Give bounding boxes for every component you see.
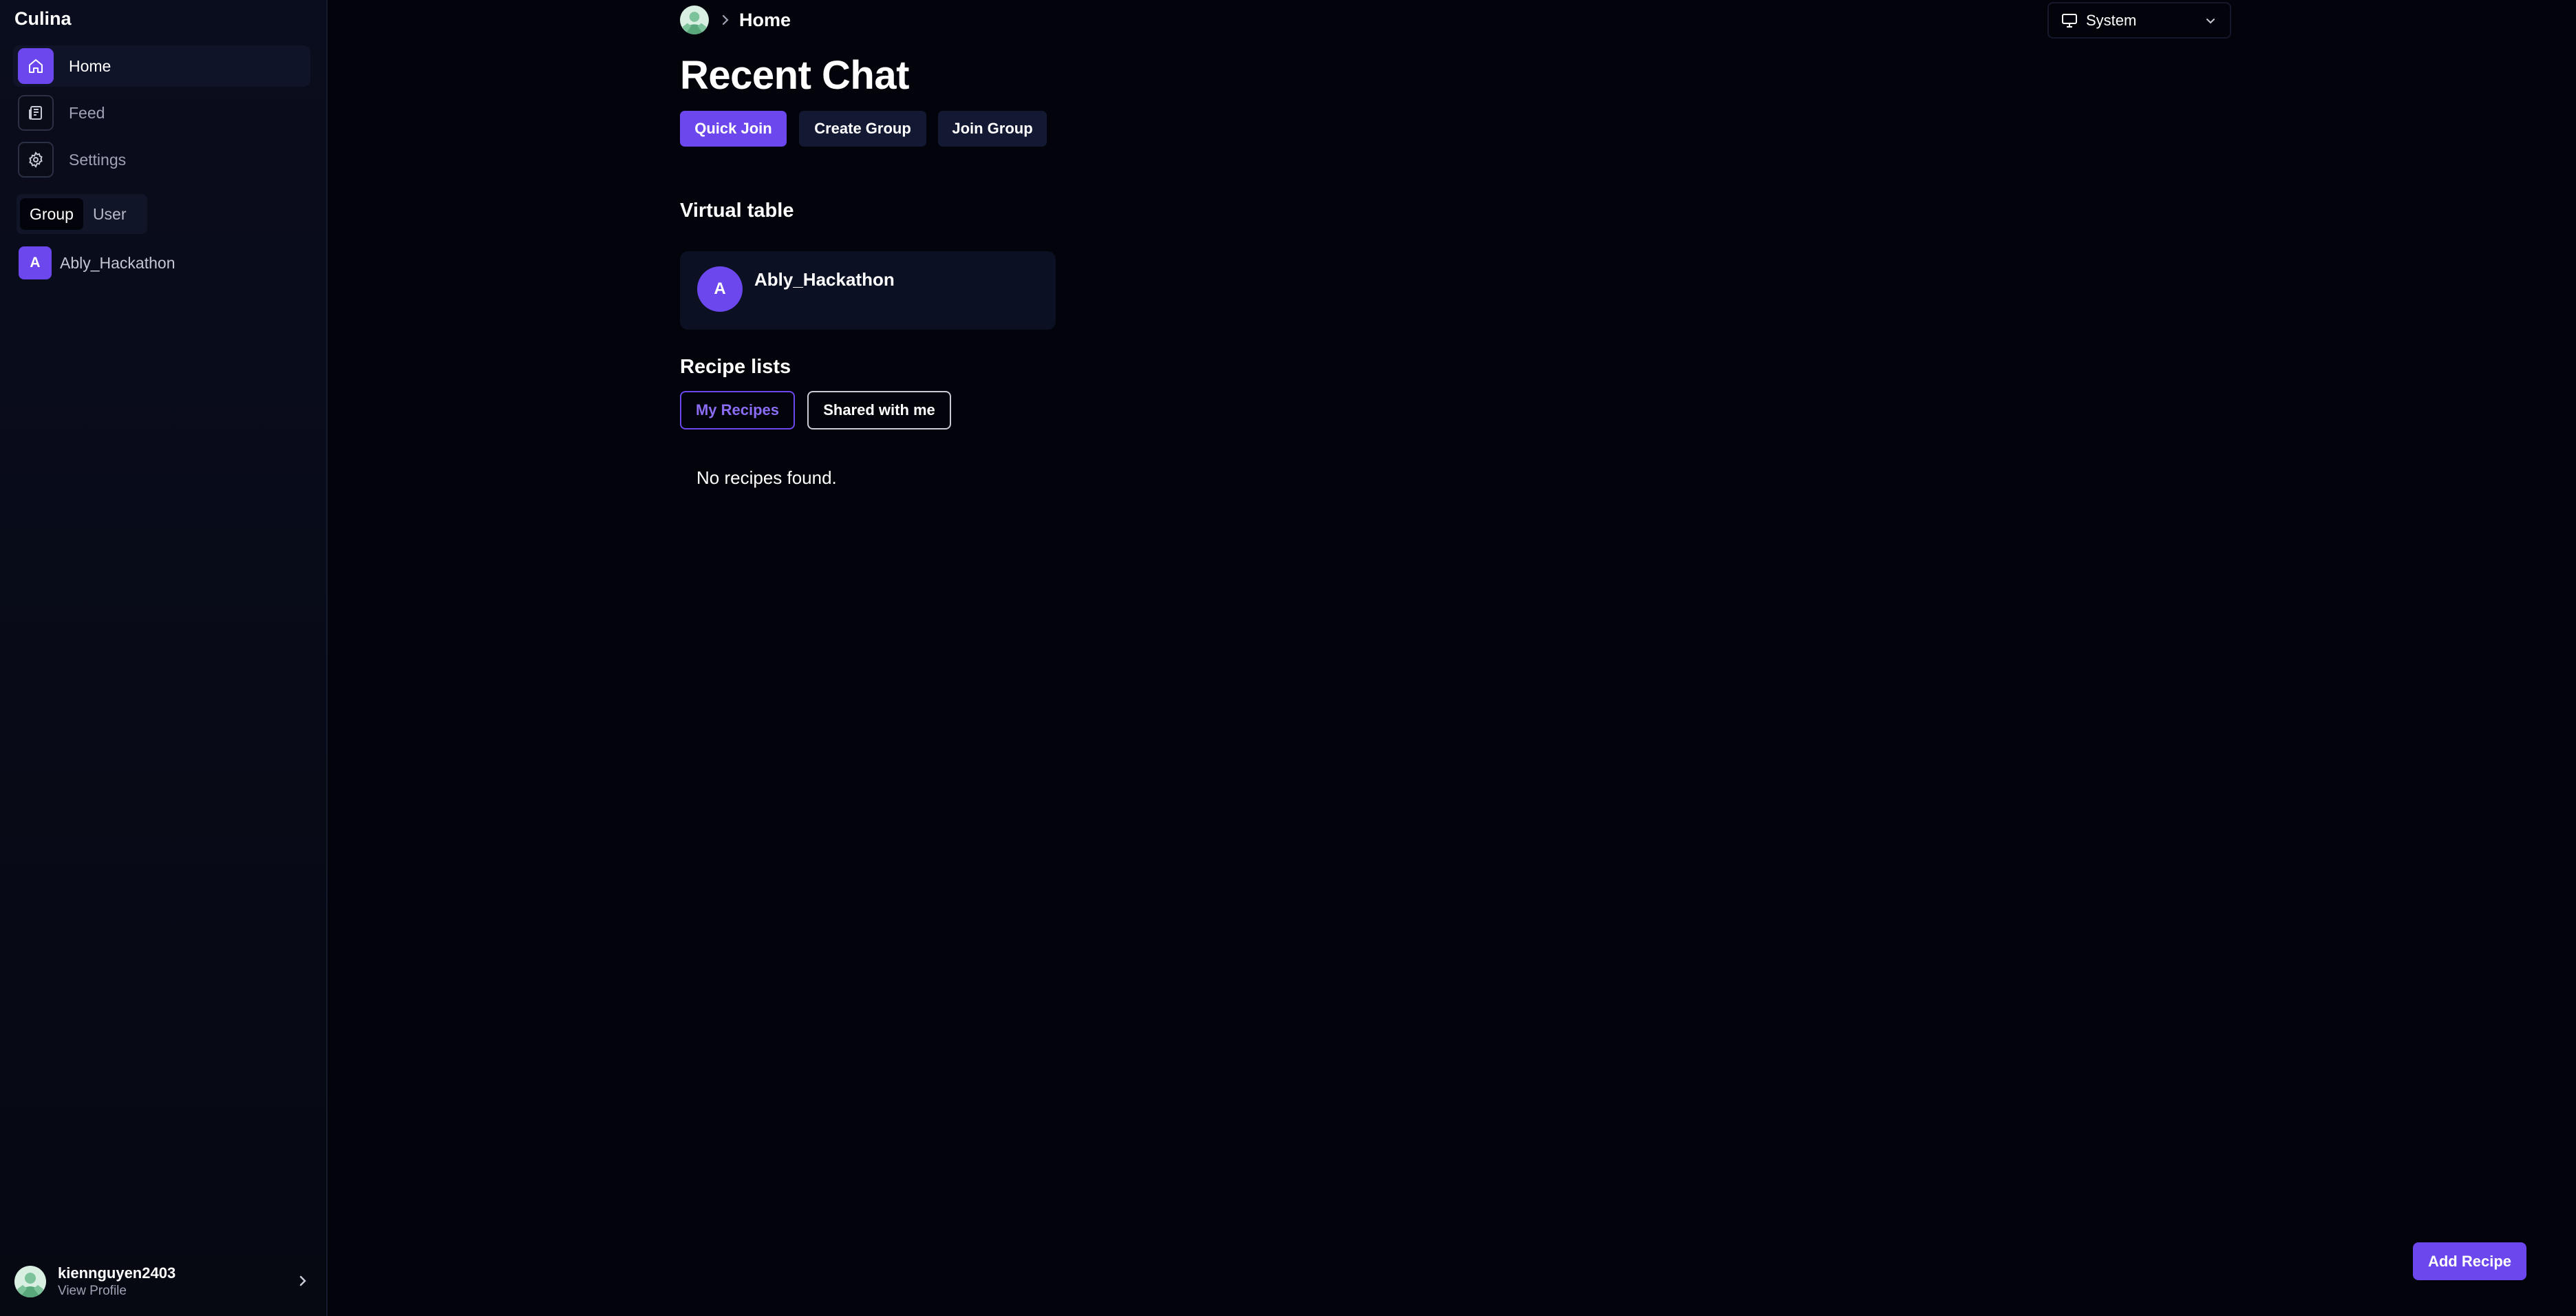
- profile-view-label: View Profile: [58, 1284, 127, 1298]
- sidebar-item-feed[interactable]: Feed: [13, 92, 310, 134]
- join-group-button[interactable]: Join Group: [938, 111, 1047, 147]
- theme-select-value: System: [2086, 11, 2137, 29]
- group-user-toggle: Group User: [17, 194, 147, 234]
- chevron-right-icon: [720, 12, 731, 28]
- page-title: Recent Chat: [680, 53, 909, 98]
- segment-group[interactable]: Group: [20, 198, 83, 230]
- group-name: Ably_Hackathon: [754, 269, 895, 290]
- sidebar-item-settings[interactable]: Settings: [13, 139, 310, 180]
- sidebar-item-home[interactable]: Home: [13, 45, 310, 87]
- profile-link[interactable]: kiennguyen2403 View Profile: [14, 1261, 310, 1302]
- segment-user[interactable]: User: [83, 198, 136, 230]
- virtual-table-heading: Virtual table: [680, 200, 794, 222]
- recipe-lists-heading: Recipe lists: [680, 356, 791, 378]
- breadcrumb-current: Home: [739, 9, 791, 30]
- tab-my-recipes[interactable]: My Recipes: [680, 391, 795, 429]
- quick-join-button[interactable]: Quick Join: [680, 111, 787, 147]
- sidebar-item-label: Settings: [69, 150, 127, 169]
- virtual-table-card[interactable]: A Ably_Hackathon: [680, 251, 1056, 330]
- empty-state-text: No recipes found.: [696, 467, 837, 488]
- app-brand: Culina: [14, 8, 72, 29]
- newspaper-icon: [18, 95, 54, 131]
- group-avatar: A: [697, 266, 743, 312]
- sidebar-item-label: Home: [69, 56, 111, 75]
- avatar: [14, 1266, 46, 1297]
- home-icon: [18, 48, 54, 84]
- breadcrumb: Home: [680, 6, 791, 34]
- sidebar-group-item[interactable]: A Ably_Hackathon: [19, 246, 175, 279]
- sidebar-item-label: Feed: [69, 103, 105, 122]
- profile-username: kiennguyen2403: [58, 1264, 176, 1282]
- gear-icon: [18, 142, 54, 178]
- monitor-icon: [2061, 13, 2078, 28]
- create-group-button[interactable]: Create Group: [799, 111, 926, 147]
- chevron-right-icon: [295, 1272, 310, 1293]
- avatar[interactable]: [680, 6, 709, 34]
- tab-shared-with-me[interactable]: Shared with me: [807, 391, 951, 429]
- sidebar: Culina Home Feed Settings Group User A A…: [0, 0, 328, 1316]
- theme-select[interactable]: System: [2047, 2, 2231, 39]
- chevron-down-icon: [2204, 14, 2217, 28]
- add-recipe-button[interactable]: Add Recipe: [2413, 1242, 2526, 1280]
- group-name: Ably_Hackathon: [60, 253, 175, 272]
- group-avatar: A: [19, 246, 52, 279]
